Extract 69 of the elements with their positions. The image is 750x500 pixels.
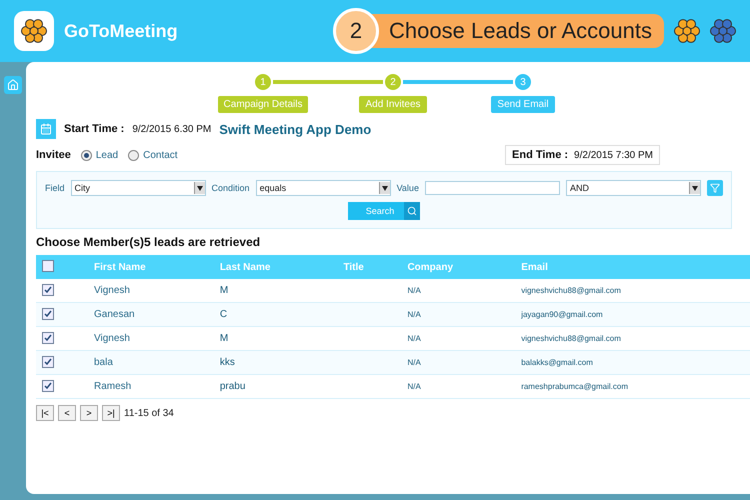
table-cell: N/A xyxy=(401,374,516,398)
pager-button[interactable]: >| xyxy=(102,405,120,421)
start-time-label: Start Time : xyxy=(64,123,124,135)
invitee-label: Invitee xyxy=(36,149,71,161)
condition-select[interactable]: equals xyxy=(256,180,391,196)
table-cell: N/A xyxy=(401,326,516,350)
table-cell: jayagan90@gmail.com xyxy=(515,302,750,326)
start-time-value: 9/2/2015 6.30 PM xyxy=(132,124,212,134)
caret-icon xyxy=(194,182,205,194)
radio-option[interactable]: Contact xyxy=(128,150,178,160)
table-cell: Vignesh xyxy=(88,279,214,302)
pager-button[interactable]: < xyxy=(58,405,76,421)
table-cell: kks xyxy=(214,350,338,374)
checkbox[interactable] xyxy=(42,356,54,368)
step-number: 3 xyxy=(513,72,533,92)
step-number: 1 xyxy=(253,72,273,92)
table-cell: Ramesh xyxy=(88,374,214,398)
field-label: Field xyxy=(45,183,65,193)
table-cell: rameshprabumca@gmail.com xyxy=(515,374,750,398)
home-button[interactable] xyxy=(4,76,22,94)
callout-number: 2 xyxy=(333,8,380,54)
checkbox[interactable] xyxy=(42,284,54,296)
operator-select[interactable]: AND xyxy=(566,180,701,196)
brand-name: GoToMeeting xyxy=(64,20,178,42)
caret-icon xyxy=(689,182,700,194)
column-header: Company xyxy=(401,255,516,279)
caret-icon xyxy=(378,182,390,194)
pager-button[interactable]: > xyxy=(80,405,98,421)
table-cell: M xyxy=(214,279,338,302)
condition-label: Condition xyxy=(212,183,250,193)
calendar-icon xyxy=(36,119,56,139)
members-heading: Choose Member(s) xyxy=(36,235,144,249)
table-cell: Vignesh xyxy=(88,326,214,350)
table-cell: N/A xyxy=(401,302,516,326)
table-cell: N/A xyxy=(401,350,516,374)
end-time-value: 9/2/2015 7:30 PM xyxy=(574,150,653,160)
column-header: Last Name xyxy=(214,255,338,279)
column-header: Email xyxy=(515,255,750,279)
value-label: Value xyxy=(396,183,419,193)
checkbox[interactable] xyxy=(42,380,54,392)
table-cell: prabu xyxy=(214,374,338,398)
pager-button[interactable]: |< xyxy=(36,405,54,421)
callout-text: Choose Leads or Accounts xyxy=(389,18,652,44)
home-icon xyxy=(7,79,19,91)
table-cell: C xyxy=(214,302,338,326)
flower-icon xyxy=(674,18,700,44)
search-icon xyxy=(404,202,420,220)
checkbox[interactable] xyxy=(42,260,54,272)
checkbox[interactable] xyxy=(42,332,54,344)
table-cell: Ganesan xyxy=(88,302,214,326)
meeting-title: Swift Meeting App Demo xyxy=(219,122,372,136)
table-cell: vigneshvichu88@gmail.com xyxy=(515,279,750,302)
table-cell: M xyxy=(214,326,338,350)
table-cell: bala xyxy=(88,350,214,374)
end-time-label: End Time : xyxy=(512,149,568,161)
column-header: First Name xyxy=(88,255,214,279)
flower-icon xyxy=(21,18,47,44)
page-range: 11-15 of 34 xyxy=(124,408,174,418)
radio-option[interactable]: Lead xyxy=(80,150,118,160)
table-cell: vigneshvichu88@gmail.com xyxy=(515,326,750,350)
table-cell: balakks@gmail.com xyxy=(515,350,750,374)
value-input[interactable] xyxy=(424,181,560,195)
flower-icon xyxy=(710,18,736,44)
table-cell: N/A xyxy=(401,279,516,302)
field-select[interactable]: City xyxy=(70,180,206,196)
step-number: 2 xyxy=(383,72,403,92)
column-header: Title xyxy=(337,255,402,279)
checkbox[interactable] xyxy=(42,308,54,320)
results-count: 5 leads are retrieved xyxy=(144,235,260,249)
